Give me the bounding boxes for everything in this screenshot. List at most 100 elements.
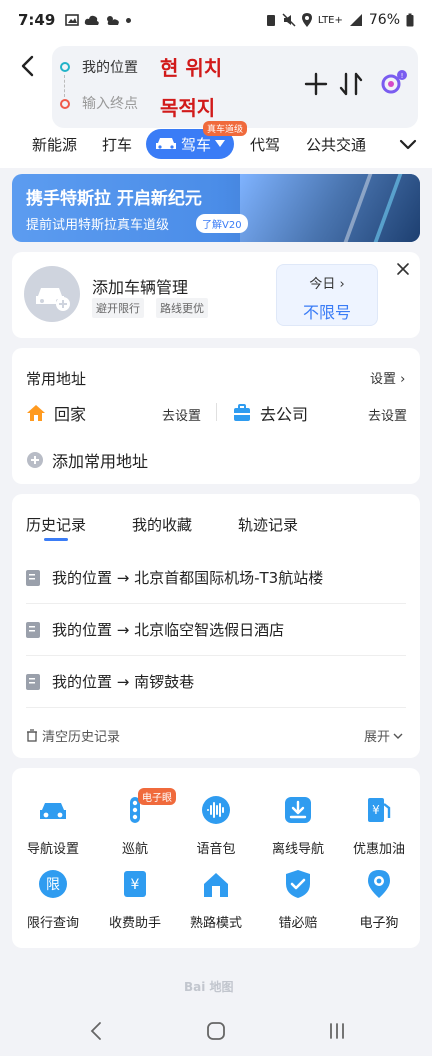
tools-card: 导航设置 巡航 电子眼 语音包 离线导航 ¥ 优惠加油 限 限行查询 ¥ 收费助… xyxy=(12,768,420,948)
history-item[interactable]: 我的位置 → 南锣鼓巷 xyxy=(26,656,406,708)
banner-subtitle: 提前试用特斯拉真车道级 xyxy=(26,218,170,233)
tool-error-compensation[interactable]: 错必赔 xyxy=(257,868,339,931)
start-annotation: 현 위치 xyxy=(160,56,223,80)
history-item[interactable]: 我的位置 → 北京首都国际机场-T3航站楼 xyxy=(26,552,406,604)
start-dot-icon xyxy=(60,62,70,72)
tool-toll-assistant[interactable]: ¥ 收费助手 xyxy=(94,868,176,931)
tesla-promo-banner[interactable]: 携手特斯拉 开启新纪元 提前试用特斯拉真车道级 了解V20 xyxy=(12,174,420,242)
system-nav-bar xyxy=(0,1006,432,1056)
today-value: 不限号 xyxy=(302,303,351,322)
today-label-text: 今日 xyxy=(309,277,336,292)
tab-taxi[interactable]: 打车 xyxy=(102,134,132,155)
route-header: 我的位置 输入终点 현 위치 목적지 ! 新能源 打车 驾车 真车道级 代驾 公… xyxy=(0,40,432,168)
add-waypoint-icon[interactable] xyxy=(302,70,330,98)
clear-history-button[interactable]: 清空历史记录 xyxy=(26,726,120,745)
fuel-icon: ¥ xyxy=(368,798,391,822)
add-car-avatar[interactable] xyxy=(24,266,80,322)
dot-icon xyxy=(126,17,132,23)
svg-text:¥: ¥ xyxy=(131,877,140,893)
location-icon xyxy=(301,13,312,27)
status-time: 7:49 xyxy=(18,11,56,29)
status-notification-icons xyxy=(65,13,132,27)
tab-driving-badge: 真车道级 xyxy=(203,121,248,136)
tab-history[interactable]: 历史记录 xyxy=(26,514,86,535)
tab-new-energy[interactable]: 新能源 xyxy=(32,134,77,155)
banner-road-graphic xyxy=(240,174,420,242)
tab-designated-driver[interactable]: 代驾 xyxy=(250,134,280,155)
trash-icon xyxy=(27,729,37,742)
add-common-address[interactable]: 添加常用地址 xyxy=(26,448,148,472)
add-car-icon xyxy=(36,288,70,311)
close-icon[interactable] xyxy=(396,262,410,276)
voice-icon xyxy=(202,796,230,824)
back-icon[interactable] xyxy=(16,54,40,78)
active-tab-indicator xyxy=(44,538,68,541)
expand-history-button[interactable]: 展开 xyxy=(364,726,403,745)
familiar-route-icon xyxy=(204,873,228,897)
restriction-today-box[interactable]: 今日 › 不限号 xyxy=(276,264,378,326)
tool-speed-camera[interactable]: 电子狗 xyxy=(338,868,420,931)
history-item[interactable]: 我的位置 → 北京临空智选假日酒店 xyxy=(26,604,406,656)
home-address[interactable]: 回家 xyxy=(26,400,86,426)
tool-offline-nav[interactable]: 离线导航 xyxy=(257,794,339,857)
status-bar: 7:49 LTE+ 76% xyxy=(0,0,432,40)
caret-down-icon xyxy=(215,140,225,147)
toll-icon: ¥ xyxy=(124,871,146,897)
tool-fuel-discount[interactable]: ¥ 优惠加油 xyxy=(338,794,420,857)
work-label: 去公司 xyxy=(260,405,309,424)
briefcase-icon xyxy=(234,404,250,421)
tab-tracks[interactable]: 轨迹记录 xyxy=(238,514,298,535)
clear-history-label: 清空历史记录 xyxy=(42,730,121,745)
address-settings-link[interactable]: 设置 › xyxy=(370,368,405,387)
shield-check-icon xyxy=(286,870,310,898)
tab-favorites[interactable]: 我的收藏 xyxy=(132,514,192,535)
history-item-text: 我的位置 → 北京临空智选假日酒店 xyxy=(52,621,285,639)
route-input-box: 我的位置 输入终点 현 위치 목적지 ! xyxy=(52,46,418,128)
tool-restriction-query[interactable]: 限 限行查询 xyxy=(12,868,94,931)
baidu-maps-logo: Bai 地图 xyxy=(184,980,234,994)
tool-nav-settings[interactable]: 导航设置 xyxy=(12,794,94,857)
destination-field[interactable]: 输入终点 xyxy=(82,88,138,118)
signal-label: LTE+ xyxy=(317,14,343,26)
battery-icon xyxy=(406,13,414,27)
start-field[interactable]: 我的位置 xyxy=(82,52,138,82)
gallery-icon xyxy=(65,14,80,26)
swap-route-icon[interactable] xyxy=(338,70,364,98)
tool-voice-pack[interactable]: 语音包 xyxy=(175,794,257,857)
svg-text:!: ! xyxy=(401,72,404,80)
nav-back-icon[interactable] xyxy=(86,1020,108,1042)
tool-label: 收费助手 xyxy=(108,916,161,931)
vehicle-title: 添加车辆管理 xyxy=(92,278,189,297)
weather-icon xyxy=(107,16,120,25)
status-right: LTE+ 76% xyxy=(266,12,414,28)
tool-label: 熟路模式 xyxy=(189,916,242,931)
tool-label: 限行查询 xyxy=(26,916,79,931)
voice-assistant-icon[interactable]: ! xyxy=(378,68,408,98)
nav-recents-icon[interactable] xyxy=(326,1020,348,1042)
history-document-icon xyxy=(26,569,40,586)
vehicle-tag: 避开限行 xyxy=(92,298,144,318)
history-item-text: 我的位置 → 北京首都国际机场-T3航站楼 xyxy=(52,569,324,587)
vehicle-tag: 路线更优 xyxy=(156,298,208,318)
work-address[interactable]: 去公司 xyxy=(232,400,308,426)
route-connector xyxy=(64,75,65,97)
plus-circle-icon xyxy=(27,452,43,468)
home-set-link[interactable]: 去设置 xyxy=(162,405,201,424)
banner-learn-button[interactable]: 了解V20 xyxy=(196,214,248,233)
work-set-link[interactable]: 去设置 xyxy=(368,405,407,424)
tab-public-transit[interactable]: 公共交通 xyxy=(306,134,366,155)
mute-icon xyxy=(282,13,296,27)
address-settings-label: 设置 xyxy=(370,372,397,387)
chevron-down-icon[interactable] xyxy=(398,134,418,154)
history-document-icon xyxy=(26,673,40,690)
tool-label: 离线导航 xyxy=(271,842,324,857)
today-label: 今日 › xyxy=(309,277,345,292)
vehicle-card[interactable]: 添加车辆管理 避开限行 路线更优 今日 › 不限号 xyxy=(12,252,420,338)
svg-text:¥: ¥ xyxy=(372,803,380,817)
tool-label: 语音包 xyxy=(196,842,236,857)
home-icon xyxy=(27,405,45,421)
camera-pin-icon xyxy=(368,870,390,898)
restriction-icon: 限 xyxy=(39,870,67,898)
nav-home-icon[interactable] xyxy=(205,1020,227,1042)
tool-familiar-route[interactable]: 熟路模式 xyxy=(175,868,257,931)
